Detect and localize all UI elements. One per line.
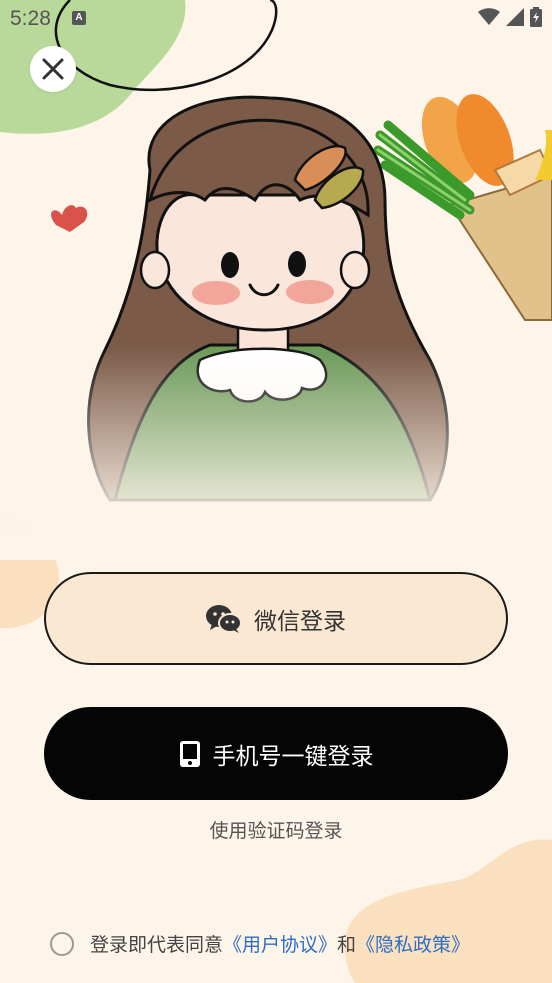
status-bar: 5:28 A — [0, 0, 552, 36]
status-icons — [478, 7, 542, 27]
notification-a-icon: A — [72, 11, 86, 25]
wifi-icon — [478, 8, 500, 25]
user-agreement-link[interactable]: 《用户协议》 — [223, 930, 337, 957]
phone-login-button[interactable]: 手机号一键登录 — [44, 707, 508, 800]
wechat-login-label: 微信登录 — [254, 608, 346, 635]
close-button[interactable] — [30, 46, 76, 92]
agreement-checkbox[interactable] — [50, 931, 74, 956]
wechat-login-button[interactable]: 微信登录 — [44, 572, 508, 665]
wechat-icon — [206, 604, 242, 634]
signal-icon — [506, 8, 524, 26]
status-time: 5:28 — [10, 7, 51, 30]
privacy-policy-link[interactable]: 《隐私政策》 — [356, 930, 470, 957]
girl-illustration — [0, 0, 552, 560]
agreement-and: 和 — [337, 934, 357, 956]
battery-icon — [530, 7, 542, 27]
agreement-prefix: 登录即代表同意 — [90, 934, 224, 956]
phone-login-label: 手机号一键登录 — [212, 743, 374, 770]
phone-icon — [179, 740, 201, 768]
sms-code-login-link[interactable]: 使用验证码登录 — [0, 816, 552, 843]
close-icon — [42, 58, 64, 80]
agreement-row: 登录即代表同意 《用户协议》 和 《隐私政策》 — [50, 930, 470, 957]
